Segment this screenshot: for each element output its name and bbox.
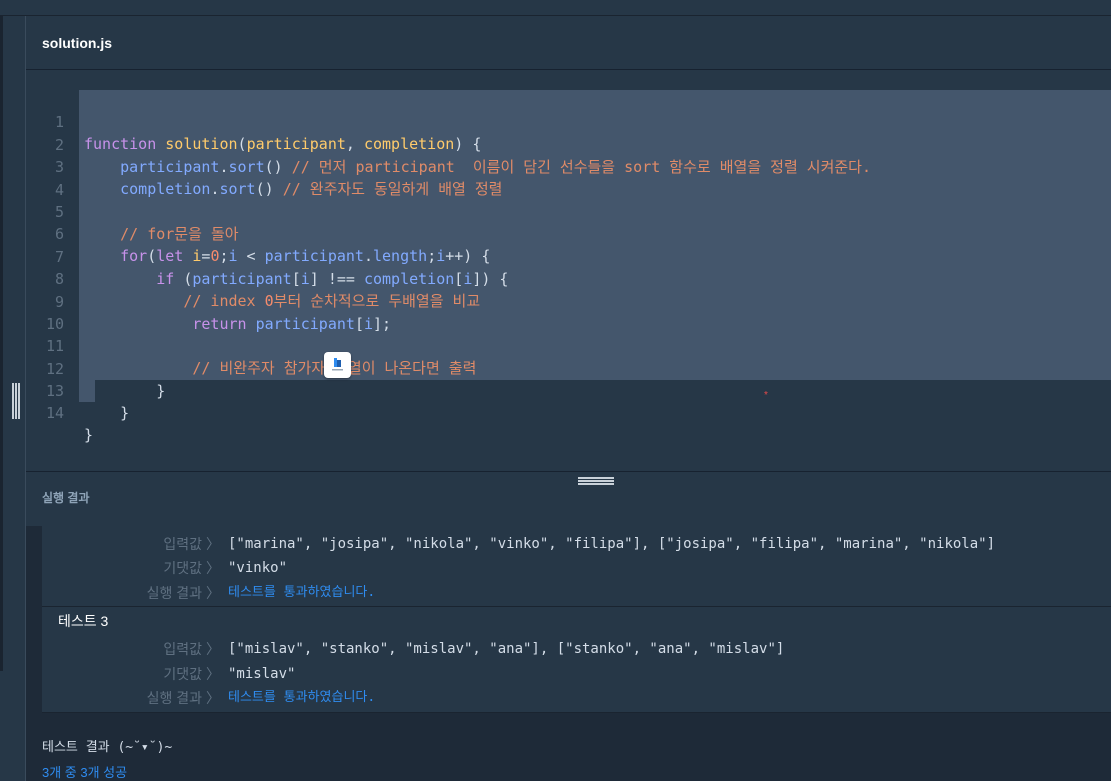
file-title: solution.js bbox=[42, 35, 112, 51]
code-line: 5 // for문을 돌아 bbox=[26, 179, 1111, 243]
gutter-edge bbox=[0, 16, 3, 671]
chevron-right-icon: 〉 bbox=[206, 690, 220, 706]
error-marker: * bbox=[764, 390, 768, 401]
panel-resize-handle[interactable] bbox=[12, 383, 21, 419]
input-row: 입력값 〉 ["marina", "josipa", "nikola", "vi… bbox=[42, 532, 1111, 556]
extension-icon[interactable] bbox=[324, 352, 351, 378]
expected-label: 기댓값 bbox=[163, 666, 202, 682]
test-summary: 테스트 결과 (~˘▾˘)~ bbox=[42, 740, 173, 755]
results-header: 실행 결과 bbox=[26, 471, 1111, 527]
input-label: 입력값 bbox=[163, 536, 202, 552]
file-header: solution.js bbox=[26, 16, 1111, 70]
code-line: 8 // index 0부터 순차적으로 두배열을 비교 bbox=[26, 246, 1111, 310]
code-line: 6 for(let i=0;i < participant.length;i++… bbox=[26, 201, 1111, 265]
chevron-right-icon: 〉 bbox=[206, 641, 220, 657]
expected-row: 기댓값 〉 "vinko" bbox=[42, 556, 1111, 580]
code-line: 11 // 비완주자 참가자 배열이 나온다면 출력 bbox=[26, 313, 1111, 377]
result-value: 테스트를 통과하였습니다. bbox=[228, 585, 376, 600]
test-summary-count: 3개 중 3개 성공 bbox=[42, 765, 128, 780]
code-line: 14 } bbox=[26, 380, 1111, 444]
expected-value: "mislav" bbox=[228, 666, 296, 682]
code-line: 1 function solution(participant, complet… bbox=[26, 89, 1111, 153]
input-value: ["marina", "josipa", "nikola", "vinko", … bbox=[228, 536, 996, 552]
code-line: 12 } bbox=[26, 336, 1111, 400]
code-line: 9 return participant[i]; bbox=[26, 269, 1111, 333]
input-label: 입력값 bbox=[163, 641, 202, 657]
result-label: 실행 결과 bbox=[146, 585, 202, 601]
code-line: 10 bbox=[26, 291, 1111, 333]
chevron-right-icon: 〉 bbox=[206, 536, 220, 552]
code-line: 13 } bbox=[26, 358, 1111, 422]
top-bar bbox=[0, 0, 1111, 16]
result-label: 실행 결과 bbox=[146, 690, 202, 706]
code-line: 7 if (participant[i] !== completion[i]) … bbox=[26, 224, 1111, 288]
test-block-2: 입력값 〉 ["marina", "josipa", "nikola", "vi… bbox=[42, 526, 1111, 607]
test-block-3: 테스트 3 입력값 〉 ["mislav", "stanko", "mislav… bbox=[42, 607, 1111, 713]
input-value: ["mislav", "stanko", "mislav", "ana"], [… bbox=[228, 641, 785, 657]
code-line: 2 participant.sort() // 먼저 participant 이… bbox=[26, 112, 1111, 176]
results-panel: 입력값 〉 ["marina", "josipa", "nikola", "vi… bbox=[26, 526, 1111, 781]
input-row: 입력값 〉 ["mislav", "stanko", "mislav", "an… bbox=[42, 637, 1111, 661]
chevron-right-icon: 〉 bbox=[206, 585, 220, 601]
chevron-right-icon: 〉 bbox=[206, 666, 220, 682]
line-number: 14 bbox=[45, 404, 64, 422]
result-row: 실행 결과 〉 테스트를 통과하였습니다. bbox=[42, 686, 1111, 710]
expected-row: 기댓값 〉 "mislav" bbox=[42, 662, 1111, 686]
test-name: 테스트 3 bbox=[58, 613, 109, 629]
expected-label: 기댓값 bbox=[163, 560, 202, 576]
code-editor[interactable]: 1 function solution(participant, complet… bbox=[26, 70, 1111, 471]
test-header: 테스트 3 bbox=[42, 609, 1111, 633]
chevron-right-icon: 〉 bbox=[206, 560, 220, 576]
resize-grip-icon[interactable] bbox=[578, 477, 614, 485]
results-title: 실행 결과 bbox=[42, 491, 90, 505]
result-value: 테스트를 통과하였습니다. bbox=[228, 690, 376, 705]
result-row: 실행 결과 〉 테스트를 통과하였습니다. bbox=[42, 581, 1111, 605]
code-line: 3 completion.sort() // 완주자도 동일하게 배열 정렬 bbox=[26, 134, 1111, 198]
expected-value: "vinko" bbox=[228, 560, 288, 576]
code-line: 4 bbox=[26, 157, 1111, 199]
